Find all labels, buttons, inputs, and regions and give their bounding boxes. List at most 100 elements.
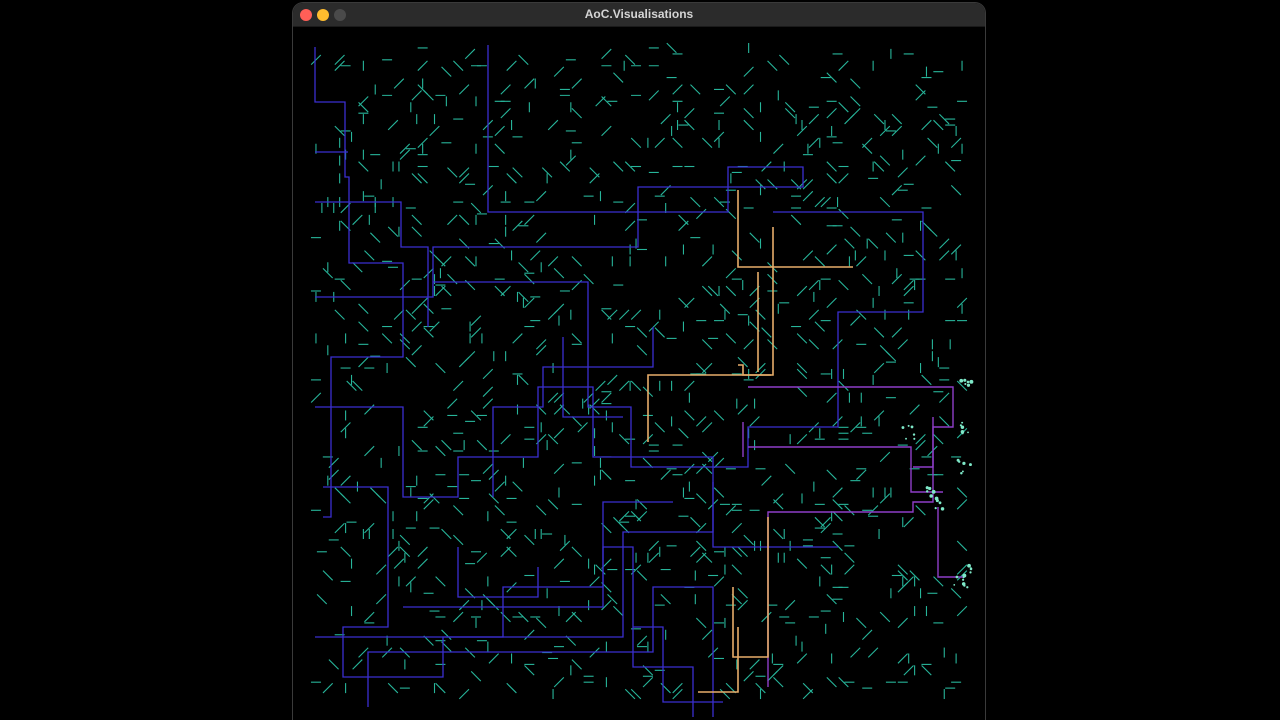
mirror [802, 250, 814, 261]
mirror [364, 250, 375, 261]
mirror [927, 226, 938, 237]
sparkle [931, 490, 935, 493]
mirror [802, 688, 814, 700]
mirror [340, 475, 351, 486]
mirror [921, 374, 932, 386]
mirror [553, 676, 565, 688]
mirror [838, 208, 849, 220]
mirror [571, 107, 582, 119]
mirror [796, 433, 808, 445]
mirror [506, 60, 517, 71]
mirror [808, 113, 820, 125]
mirror [370, 232, 381, 243]
mirror [352, 214, 363, 226]
mirror [773, 676, 784, 688]
mirror [375, 564, 387, 575]
mirror [927, 137, 938, 149]
beam-path [698, 627, 739, 693]
mirror [784, 599, 796, 611]
mirror [885, 350, 897, 362]
mirror [897, 617, 908, 629]
mirror [613, 72, 624, 83]
sparkle [968, 463, 972, 467]
mirror [334, 309, 345, 320]
mirror [375, 593, 387, 605]
mirror [796, 333, 808, 344]
sparkle [964, 382, 967, 386]
mirror [939, 238, 950, 249]
beam-path [433, 211, 924, 468]
mirror [903, 665, 914, 676]
mirror [701, 629, 713, 640]
mirror [850, 226, 861, 237]
mirror [832, 510, 843, 522]
mirror [405, 356, 417, 368]
mirror [618, 309, 630, 320]
mirror [814, 321, 826, 332]
mirror [506, 528, 517, 540]
mirror [553, 463, 565, 475]
mirror [856, 256, 867, 267]
mirror [873, 161, 885, 172]
mirror [891, 327, 903, 338]
mirror [915, 250, 926, 261]
beam-path [403, 546, 694, 717]
mirror [607, 374, 618, 386]
mirror [595, 380, 606, 392]
app-window: AoC.Visualisations [293, 3, 985, 720]
mirror [749, 232, 760, 243]
mirror [524, 665, 535, 676]
mirror [381, 333, 393, 344]
mirror [838, 102, 849, 113]
mirror [879, 155, 891, 166]
mirror [696, 416, 707, 427]
sparkle [963, 378, 967, 382]
mirror [838, 380, 849, 392]
mirror [500, 433, 511, 445]
mirror [701, 137, 713, 149]
mirror [423, 90, 434, 101]
mirror [743, 107, 754, 119]
mirror [873, 113, 885, 125]
sparkle [929, 494, 933, 498]
mirror [642, 676, 654, 688]
mirror [399, 534, 411, 546]
mirror [660, 593, 671, 605]
sparkle [940, 507, 945, 511]
mirror [725, 267, 737, 279]
mirror [773, 143, 784, 154]
title-bar[interactable]: AoC.Visualisations [293, 3, 985, 27]
mirror [518, 262, 529, 273]
mirror [470, 202, 482, 214]
mirror [678, 220, 689, 232]
mirror [482, 386, 494, 397]
mirror [512, 167, 523, 178]
mirror [701, 362, 713, 374]
mirror [856, 469, 867, 480]
mirror [636, 510, 648, 522]
mirror [956, 380, 968, 392]
mirror [482, 368, 494, 380]
mirror [571, 611, 582, 623]
mirror [778, 54, 790, 66]
sparkle [969, 379, 974, 384]
mirror [358, 161, 369, 172]
mirror [494, 143, 505, 154]
mirror [316, 593, 328, 605]
mirror [684, 297, 695, 309]
mirror [607, 309, 618, 320]
mirror [636, 327, 648, 338]
mirror [939, 416, 950, 427]
mirror [796, 285, 808, 297]
mirror [856, 617, 867, 629]
mirror [393, 309, 405, 320]
mirror [435, 682, 446, 694]
mirror [340, 546, 351, 558]
mirror [636, 345, 648, 356]
mirror [535, 617, 547, 629]
mirror [660, 113, 671, 125]
mirror [411, 214, 422, 226]
mirror [423, 416, 434, 427]
mirror [393, 558, 405, 569]
mirror [458, 214, 470, 226]
